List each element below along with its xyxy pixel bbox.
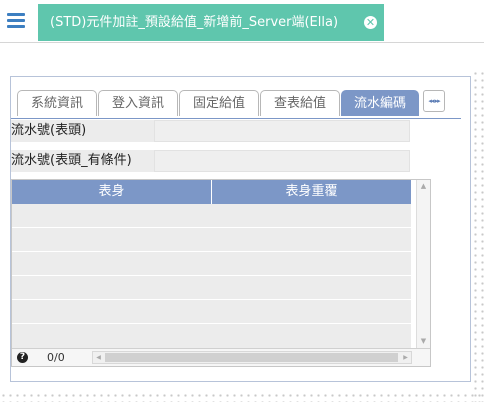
tab-label: 系統資訊 [30,96,83,111]
scrollbar-thumb[interactable] [105,353,398,362]
row-divider [12,275,411,276]
hamburger-menu-icon[interactable] [7,13,25,29]
horizontal-scrollbar[interactable]: ◀ ▶ [92,351,412,364]
grid-pager: ? 0/0 ◀ ▶ [12,348,430,366]
field-label: 流水號(表頭) [11,123,87,138]
tab-label: 查表給值 [273,96,326,111]
column-header-body[interactable]: 表身 [12,180,212,204]
row-divider [12,227,411,228]
serial-header-conditional-input[interactable] [154,150,410,172]
field-label: 流水號(表頭_有條件) [11,153,132,168]
scroll-right-icon[interactable]: ▶ [400,352,411,363]
scroll-left-icon[interactable]: ◀ [93,352,104,363]
top-bar: (STD)元件加註_預設給值_新增前_Server端(Ella) ✕ [0,0,484,43]
tab-label: 登入資訊 [111,96,164,111]
tab-underline [11,118,461,119]
row-divider [12,299,411,300]
detail-grid: 表身 表身重覆 ▲ ▼ ? 0/0 ◀ ▶ [11,179,431,367]
tab-lookup-value[interactable]: 查表給值 [260,90,340,116]
form-tab-bar: 系統資訊 登入資訊 固定給值 查表給值 流水編碼 ◂◂ ▸▸ [11,88,461,118]
tab-label: 流水編碼 [353,96,406,111]
tab-serial-number[interactable]: 流水編碼 [341,90,419,116]
workspace-dotted-edge [472,70,484,402]
vertical-scrollbar[interactable]: ▲ ▼ [416,180,430,348]
row-divider [12,323,411,324]
scroll-up-icon[interactable]: ▲ [417,180,430,192]
close-icon[interactable]: ✕ [364,16,377,29]
question-circle-icon[interactable]: ? [17,352,28,363]
field-serial-header-conditional: 流水號(表頭_有條件) [11,150,411,172]
column-header-body-repeat[interactable]: 表身重覆 [212,180,411,204]
field-serial-header: 流水號(表頭) [11,120,411,142]
grid-body[interactable] [12,204,411,348]
tab-fixed-value[interactable]: 固定給值 [179,90,259,116]
tab-scroll-arrows-icon[interactable]: ◂◂ ▸▸ [423,90,445,112]
record-count: 0/0 [47,351,65,364]
workspace-dotted-edge [0,392,484,402]
tab-login-info[interactable]: 登入資訊 [98,90,178,116]
grid-header: 表身 表身重覆 [12,180,411,204]
serial-header-input[interactable] [154,120,410,142]
tab-label: 固定給值 [192,96,245,111]
scroll-down-icon[interactable]: ▼ [417,335,430,347]
document-tab-title: (STD)元件加註_預設給值_新增前_Server端(Ella) [50,15,339,30]
row-divider [12,251,411,252]
tab-system-info[interactable]: 系統資訊 [17,90,97,116]
document-tab[interactable]: (STD)元件加註_預設給值_新增前_Server端(Ella) ✕ [38,4,384,41]
